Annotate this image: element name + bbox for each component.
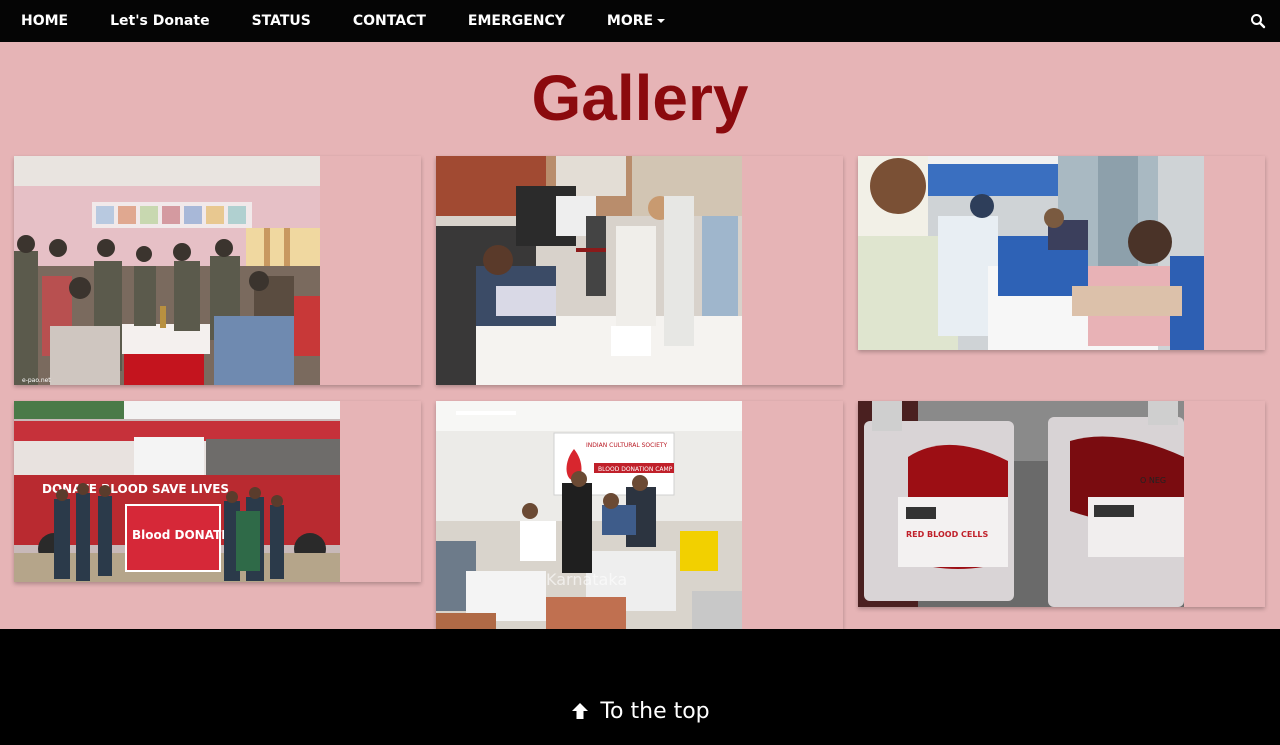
nav-contact[interactable]: CONTACT (332, 0, 447, 42)
caret-down-icon (657, 19, 666, 23)
search-icon[interactable] (1250, 13, 1266, 29)
gallery-card[interactable] (436, 156, 843, 385)
to-top-link[interactable]: To the top (0, 699, 1280, 724)
top-navbar: HOME Let's Donate STATUS CONTACT EMERGEN… (0, 0, 1280, 42)
nav-more-dropdown[interactable]: MORE (586, 0, 686, 42)
gallery-card[interactable] (858, 156, 1265, 350)
gallery-photo-donation-camp[interactable]: INDIAN CULTURAL SOCIETY BLOOD DONATION C… (436, 401, 742, 629)
page-title: Gallery (531, 62, 749, 134)
nav-more-label: MORE (606, 13, 654, 29)
bag-label-cells: RED BLOOD CELLS (906, 530, 989, 539)
gallery-photo-donors-clinic[interactable] (436, 156, 742, 385)
arrow-up-icon (572, 703, 589, 719)
gallery-card[interactable]: INDIAN CULTURAL SOCIETY BLOOD DONATION C… (436, 401, 843, 629)
photo-watermark: e-pao.net (22, 377, 51, 384)
photo-watermark: Karnataka (546, 570, 627, 589)
gallery-photo-blood-bus[interactable]: DONATE BLOOD SAVE LIVES Blood DONATION (14, 401, 340, 582)
to-top-label: To the top (600, 699, 710, 724)
gallery-card[interactable]: RED BLOOD CELLS O NEG (858, 401, 1265, 607)
gallery-photo-police-ceremony[interactable]: e-pao.net (14, 156, 320, 385)
gallery-card[interactable]: e-pao.net (14, 156, 421, 385)
bus-banner-text: DONATE BLOOD SAVE LIVES (42, 482, 229, 496)
page-footer: To the top (0, 629, 1280, 745)
gallery-photo-blood-bags[interactable]: RED BLOOD CELLS O NEG (858, 401, 1184, 607)
nav-emergency[interactable]: EMERGENCY (447, 0, 586, 42)
gallery-photo-hospital-donation[interactable] (858, 156, 1204, 350)
bag-label-type: O NEG (1140, 476, 1166, 485)
nav-status[interactable]: STATUS (231, 0, 332, 42)
gallery-card[interactable]: DONATE BLOOD SAVE LIVES Blood DONATION (14, 401, 421, 582)
camp-banner-subtitle: BLOOD DONATION CAMP (598, 466, 673, 473)
nav-home[interactable]: HOME (0, 0, 89, 42)
camp-banner-title: INDIAN CULTURAL SOCIETY (586, 442, 668, 449)
nav-lets-donate[interactable]: Let's Donate (89, 0, 230, 42)
